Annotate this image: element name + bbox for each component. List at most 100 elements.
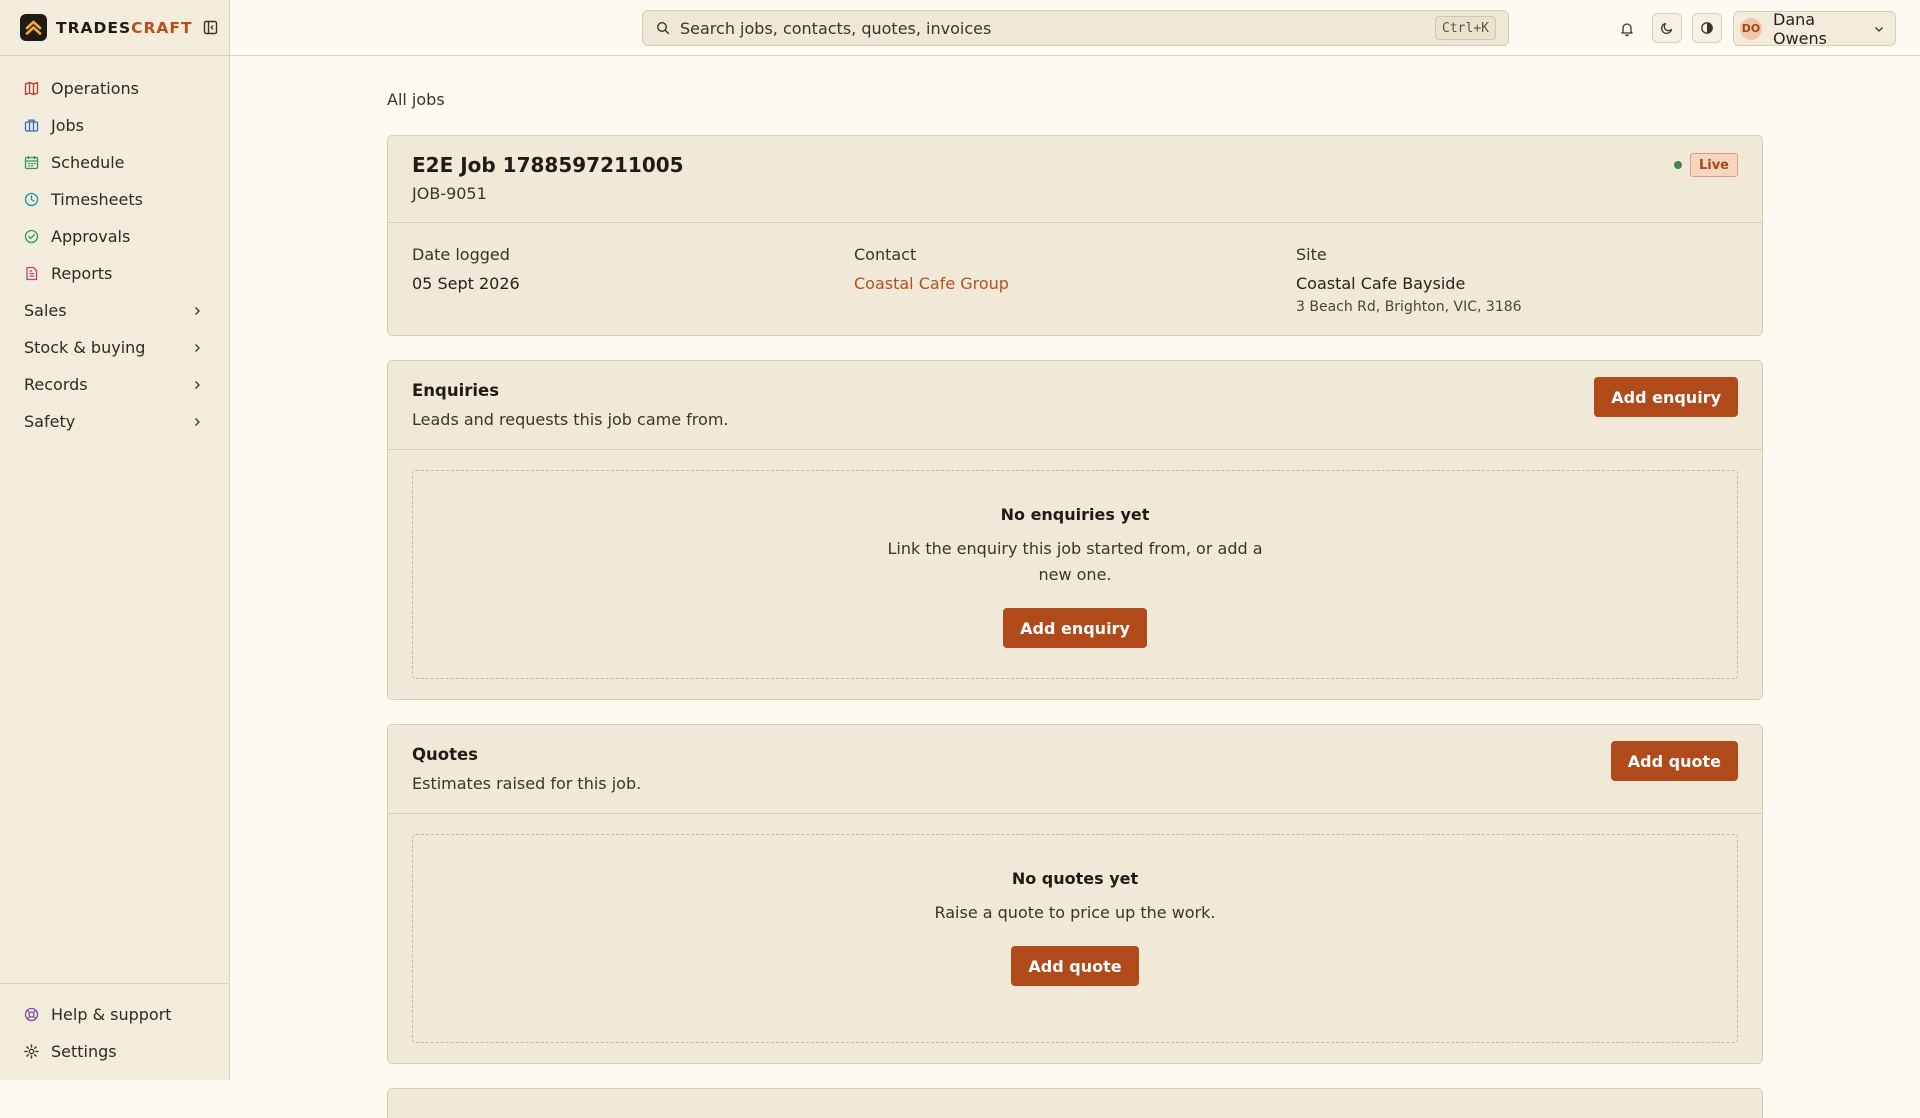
user-menu[interactable]: DO Dana Owens: [1733, 9, 1896, 48]
avatar: DO: [1740, 17, 1762, 40]
job-status: Live: [1673, 153, 1738, 177]
brand-logo[interactable]: [20, 14, 47, 41]
quotes-section: Quotes Estimates raised for this job. Ad…: [387, 724, 1763, 1064]
sidebar-item-label: Settings: [51, 1042, 117, 1061]
main-content: All jobs E2E Job 1788597211005 JOB-9051 …: [387, 56, 1763, 1118]
chevron-right-icon: [195, 417, 200, 426]
check-circle-icon: [24, 229, 40, 245]
sidebar-item-operations[interactable]: Operations: [0, 70, 229, 107]
empty-state-title: No quotes yet: [1011, 869, 1139, 888]
sidebar-item-label: Reports: [51, 264, 113, 283]
detail-contact: Contact Coastal Cafe Group: [854, 245, 1296, 315]
sidebar-toggle-icon: [203, 20, 217, 35]
page-title: E2E Job 1788597211005: [412, 153, 684, 177]
chevron-down-icon: [1875, 26, 1883, 32]
detail-label: Contact: [854, 245, 917, 264]
section-title: Quotes: [412, 745, 479, 764]
section-description: Estimates raised for this job.: [412, 774, 642, 793]
section-title: Enquiries: [412, 381, 500, 400]
brand: TRADESCRAFT: [0, 0, 229, 56]
user-name: Dana Owens: [1773, 9, 1827, 48]
sidebar-item-settings[interactable]: Settings: [0, 1033, 229, 1070]
empty-state-text: Raise a quote to price up the work.: [934, 903, 1216, 922]
sidebar-item-label: Schedule: [51, 153, 125, 172]
sidebar-group-records[interactable]: Records: [0, 366, 229, 403]
job-header: E2E Job 1788597211005 JOB-9051 Live: [388, 136, 1762, 223]
job-summary-card: E2E Job 1788597211005 JOB-9051 Live Date…: [387, 135, 1763, 336]
bell-icon: [1621, 23, 1633, 37]
sidebar-item-label: Timesheets: [51, 190, 143, 209]
sidebar-group-safety[interactable]: Safety: [0, 403, 229, 440]
add-enquiry-button[interactable]: Add enquiry: [1594, 377, 1738, 417]
add-quote-button[interactable]: Add quote: [1610, 741, 1738, 781]
status-dot: [1673, 161, 1682, 169]
brand-name: TRADESCRAFT: [56, 19, 193, 37]
sidebar: TRADESCRAFT Operations Jobs Schedule Tim…: [0, 0, 230, 1080]
empty-add-quote-button[interactable]: Add quote: [1011, 946, 1139, 986]
clock-icon: [24, 192, 40, 208]
empty-state-text: Link the enquiry this job started from, …: [887, 539, 1263, 584]
detail-site: Site Coastal Cafe Bayside 3 Beach Rd, Br…: [1296, 245, 1738, 315]
sidebar-group-sales[interactable]: Sales: [0, 292, 229, 329]
contact-link[interactable]: Coastal Cafe Group: [854, 274, 1296, 293]
detail-value: 05 Sept 2026: [412, 274, 520, 293]
status-badge: Live: [1689, 153, 1738, 177]
detail-label: Date logged: [412, 245, 510, 264]
sidebar-item-timesheets[interactable]: Timesheets: [0, 181, 229, 218]
empty-state-title: No enquiries yet: [1000, 505, 1150, 524]
section-body: No enquiries yet Link the enquiry this j…: [388, 450, 1762, 699]
sidebar-item-label: Approvals: [51, 227, 131, 246]
notifications-button[interactable]: [1612, 14, 1642, 44]
sidebar-group-label: Stock & buying: [24, 338, 146, 357]
empty-state: No quotes yet Raise a quote to price up …: [412, 834, 1738, 1043]
chevron-right-icon: [195, 380, 200, 389]
calendar-icon: [24, 155, 40, 171]
moon-icon: [1660, 22, 1673, 35]
contrast-icon: [1701, 22, 1713, 34]
contrast-toggle-button[interactable]: [1692, 13, 1722, 43]
brand-name-left: TRADES: [56, 18, 132, 37]
breadcrumb-all-jobs[interactable]: All jobs: [387, 90, 445, 109]
detail-label: Site: [1296, 245, 1327, 264]
next-section-card: [387, 1088, 1763, 1118]
gear-icon: [24, 1044, 40, 1060]
sidebar-group-stock-buying[interactable]: Stock & buying: [0, 329, 229, 366]
site-address: 3 Beach Rd, Brighton, VIC, 3186: [1296, 299, 1522, 315]
section-header: Enquiries Leads and requests this job ca…: [388, 361, 1762, 450]
help-ring-icon: [24, 1007, 40, 1023]
sidebar-group-label: Records: [24, 375, 88, 394]
sidebar-nav: Operations Jobs Schedule Timesheets Appr…: [0, 56, 229, 440]
search-shortcut-hint: Ctrl+K: [1435, 16, 1496, 40]
sidebar-item-approvals[interactable]: Approvals: [0, 218, 229, 255]
sidebar-item-schedule[interactable]: Schedule: [0, 144, 229, 181]
empty-state: No enquiries yet Link the enquiry this j…: [412, 470, 1738, 679]
sidebar-item-jobs[interactable]: Jobs: [0, 107, 229, 144]
search-bar[interactable]: Ctrl+K: [642, 10, 1509, 46]
theme-toggle-button[interactable]: [1652, 13, 1682, 43]
search-input[interactable]: [680, 18, 1436, 38]
sidebar-group-label: Safety: [24, 412, 76, 431]
map-icon: [24, 81, 40, 97]
sidebar-item-label: Jobs: [51, 116, 84, 135]
sidebar-group-label: Sales: [24, 301, 67, 320]
sidebar-collapse-button[interactable]: [203, 20, 219, 36]
section-header: Quotes Estimates raised for this job. Ad…: [388, 725, 1762, 814]
enquiries-section: Enquiries Leads and requests this job ca…: [387, 360, 1763, 700]
sidebar-item-label: Help & support: [51, 1005, 172, 1024]
section-body: No quotes yet Raise a quote to price up …: [388, 814, 1762, 1063]
report-icon: [24, 266, 40, 282]
sidebar-item-label: Operations: [51, 79, 139, 98]
section-description: Leads and requests this job came from.: [412, 410, 729, 429]
detail-date-logged: Date logged 05 Sept 2026: [412, 245, 854, 315]
job-number: JOB-9051: [412, 184, 487, 203]
sidebar-item-help-support[interactable]: Help & support: [0, 996, 229, 1033]
chevron-up-logo-icon: [25, 20, 42, 35]
search-icon: [656, 21, 670, 35]
chevron-right-icon: [195, 306, 200, 315]
sidebar-footer: Help & support Settings: [0, 983, 229, 1080]
chevron-right-icon: [195, 343, 200, 352]
brand-name-right: CRAFT: [131, 18, 193, 37]
empty-add-enquiry-button[interactable]: Add enquiry: [1003, 608, 1147, 648]
sidebar-item-reports[interactable]: Reports: [0, 255, 229, 292]
job-details: Date logged 05 Sept 2026 Contact Coastal…: [388, 223, 1762, 315]
